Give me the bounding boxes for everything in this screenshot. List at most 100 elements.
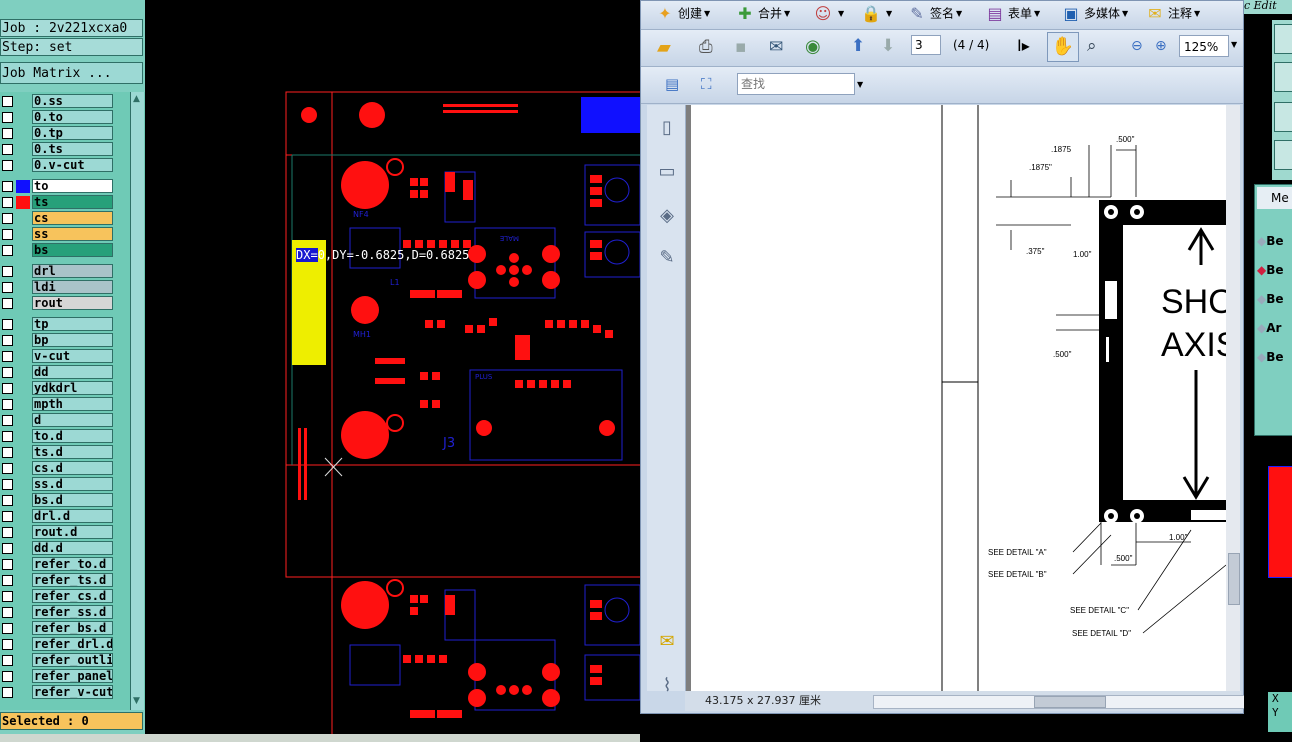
layer-name[interactable]: 0.ss [32,94,113,108]
layer-row[interactable]: refer_outli [0,653,130,668]
save-icon[interactable]: ▪ [735,37,747,57]
layer-checkbox[interactable] [2,495,13,506]
layers-icon[interactable]: ◈ [656,205,678,227]
layer-row[interactable]: refer_drl.d [0,637,130,652]
layer-checkbox[interactable] [2,144,13,155]
layer-checkbox[interactable] [2,128,13,139]
layer-checkbox[interactable] [2,463,13,474]
layer-checkbox[interactable] [2,479,13,490]
layer-checkbox[interactable] [2,591,13,602]
task-menu-button[interactable]: ✚ 合并 ▼ [735,4,790,30]
layer-row[interactable]: 0.ts [0,142,130,157]
layer-row[interactable]: bs.d [0,493,130,508]
layer-name[interactable]: cs [32,211,113,225]
layer-name[interactable]: ldi [32,280,113,294]
marquee-zoom-icon[interactable]: ⌕ [1087,36,1097,56]
scroll-down-arrow-icon[interactable]: ▼ [133,696,140,706]
layer-checkbox[interactable] [2,383,13,394]
task-menu-button[interactable]: 🔒 ▼ [861,4,892,30]
fit-page-icon[interactable]: ⛶ [701,75,712,93]
task-menu-button[interactable]: ✉ 注释 ▼ [1145,4,1200,30]
layer-checkbox[interactable] [2,160,13,171]
layer-row[interactable]: 0.to [0,110,130,125]
task-menu-button[interactable]: ▣ 多媒体 ▼ [1061,4,1128,30]
horizontal-scrollbar[interactable] [873,695,1257,709]
layer-row[interactable]: refer_ss.d [0,605,130,620]
task-menu-button[interactable]: ✦ 创建 ▼ [655,4,710,30]
prev-page-icon[interactable]: ⬆ [851,36,865,56]
layer-name[interactable]: ydkdrl [32,381,113,395]
layer-row[interactable]: mpth [0,397,130,412]
layer-row[interactable]: d [0,413,130,428]
layer-row[interactable]: bp [0,333,130,348]
layer-checkbox[interactable] [2,559,13,570]
layer-row[interactable]: 0.ss [0,94,130,109]
layer-name[interactable]: drl [32,264,113,278]
menu-panel-item[interactable]: ◆Be [1257,345,1292,374]
find-dropdown-icon[interactable]: ▼ [857,80,863,89]
task-menu-button[interactable]: ✎ 签名 ▼ [907,4,962,30]
layer-row[interactable]: ss [0,227,130,242]
layer-name[interactable]: bs.d [32,493,113,507]
layer-checkbox[interactable] [2,229,13,240]
layer-list-scrollbar[interactable]: ▲ ▼ [130,92,144,710]
signatures-icon[interactable]: ✎ [656,247,678,269]
scroll-up-arrow-icon[interactable]: ▲ [133,94,140,104]
layer-row[interactable]: refer_ts.d [0,573,130,588]
layer-name[interactable]: drl.d [32,509,113,523]
layer-name[interactable]: refer_panel [32,669,113,683]
layer-row[interactable]: bs [0,243,130,258]
layer-name[interactable]: refer_bs.d [32,621,113,635]
h-scroll-thumb[interactable] [1034,696,1106,708]
attachments-icon[interactable]: ⌇ [656,675,678,697]
layer-row[interactable]: dd [0,365,130,380]
layer-row[interactable]: v-cut [0,349,130,364]
layer-checkbox[interactable] [2,351,13,362]
layer-checkbox[interactable] [2,431,13,442]
select-text-cursor-icon[interactable]: I▸ [1017,36,1030,55]
layer-name[interactable]: refer_v-cut [32,685,113,699]
layer-checkbox[interactable] [2,213,13,224]
comments-icon[interactable]: ✉ [656,631,678,653]
layer-checkbox[interactable] [2,415,13,426]
layer-row[interactable]: refer_to.d [0,557,130,572]
email-icon[interactable]: ✉ [769,37,783,57]
layer-row[interactable]: drl.d [0,509,130,524]
job-matrix-button[interactable]: Job Matrix ... [0,62,143,84]
layer-checkbox[interactable] [2,671,13,682]
layer-name[interactable]: cs.d [32,461,113,475]
layer-name[interactable]: rout [32,296,113,310]
zoom-in-icon[interactable]: ⊕ [1155,38,1167,54]
layer-row[interactable]: 0.v-cut [0,158,130,173]
layer-name[interactable]: tp [32,317,113,331]
layer-checkbox[interactable] [2,266,13,277]
layer-name[interactable]: 0.tp [32,126,113,140]
document-vertical-scrollbar[interactable] [1226,105,1240,691]
layer-checkbox[interactable] [2,335,13,346]
layer-checkbox[interactable] [2,399,13,410]
menu-panel-item[interactable]: ◆Be [1257,258,1292,287]
layer-row[interactable]: ldi [0,280,130,295]
layer-row[interactable]: to [0,179,130,194]
layer-row[interactable]: refer_bs.d [0,621,130,636]
layer-row[interactable]: ts.d [0,445,130,460]
layer-row[interactable]: cs.d [0,461,130,476]
layer-checkbox[interactable] [2,319,13,330]
fit-width-icon[interactable]: ▤ [665,75,679,93]
layer-checkbox[interactable] [2,197,13,208]
layer-name[interactable]: ss.d [32,477,113,491]
layer-name[interactable]: v-cut [32,349,113,363]
layer-name[interactable]: refer_cs.d [32,589,113,603]
layer-name[interactable]: ts [32,195,113,209]
menu-panel-item[interactable]: ◆Be [1257,287,1292,316]
layer-name[interactable]: bp [32,333,113,347]
task-menu-button[interactable]: ☺ ▼ [813,4,845,30]
menu-panel-item[interactable]: ◆Ar [1257,316,1292,345]
layer-name[interactable]: to [32,179,113,193]
layer-name[interactable]: refer_to.d [32,557,113,571]
layer-checkbox[interactable] [2,639,13,650]
layer-row[interactable]: to.d [0,429,130,444]
layer-checkbox[interactable] [2,367,13,378]
layer-checkbox[interactable] [2,112,13,123]
zoom-out-icon[interactable]: ⊖ [1131,38,1143,54]
